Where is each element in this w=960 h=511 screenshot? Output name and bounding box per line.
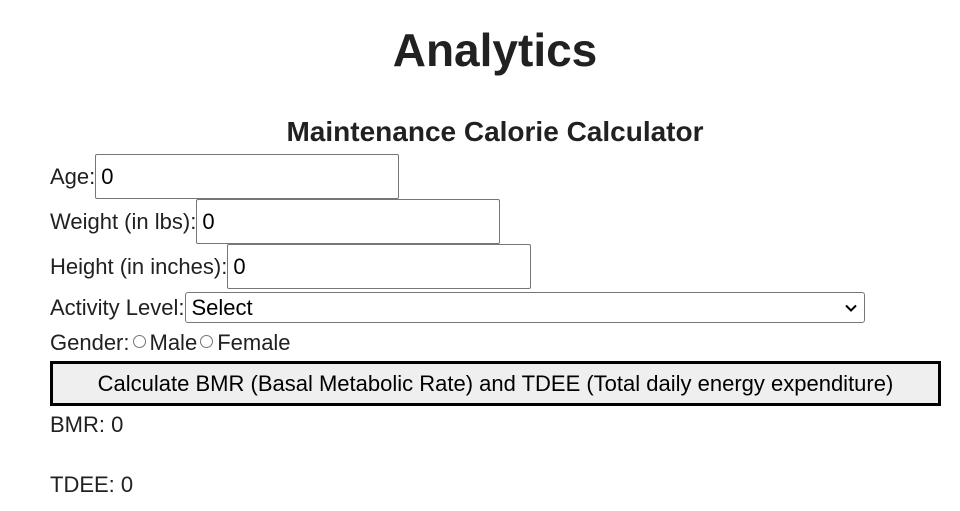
calorie-form: Age: Weight (in lbs): Height (in inches)…: [50, 154, 950, 362]
calculate-button[interactable]: Calculate BMR (Basal Metabolic Rate) and…: [50, 361, 941, 406]
age-input[interactable]: [95, 154, 400, 199]
bmr-value: 0: [111, 412, 124, 437]
tdee-result: TDEE: 0: [50, 472, 133, 498]
activity-row: Activity Level: Select: [50, 291, 950, 324]
male-label: Male: [149, 330, 198, 355]
height-row: Height (in inches):: [50, 244, 950, 289]
weight-label: Weight (in lbs):: [50, 208, 197, 234]
calculator-title: Maintenance Calorie Calculator: [286, 116, 704, 147]
female-label: Female: [217, 330, 291, 355]
tdee-label: TDEE:: [50, 472, 115, 497]
page-title: Analytics: [392, 24, 598, 76]
gender-label: Gender:: [50, 330, 130, 355]
activity-level-select[interactable]: Select: [184, 292, 865, 323]
tdee-value: 0: [120, 472, 134, 497]
female-radio[interactable]: [200, 334, 214, 348]
age-label: Age:: [50, 163, 96, 189]
gender-row: Gender: Male Female: [50, 324, 950, 362]
height-label: Height (in inches):: [50, 253, 228, 279]
activity-label: Activity Level:: [50, 294, 185, 320]
chevron-down-icon: [844, 301, 858, 315]
activity-selected-value: Select: [191, 294, 253, 320]
weight-row: Weight (in lbs):: [50, 199, 950, 244]
height-input[interactable]: [227, 244, 532, 289]
age-row: Age:: [50, 154, 950, 199]
bmr-result: BMR: 0: [50, 412, 123, 438]
male-radio[interactable]: [132, 334, 146, 348]
bmr-label: BMR:: [50, 412, 105, 437]
weight-input[interactable]: [196, 199, 501, 244]
